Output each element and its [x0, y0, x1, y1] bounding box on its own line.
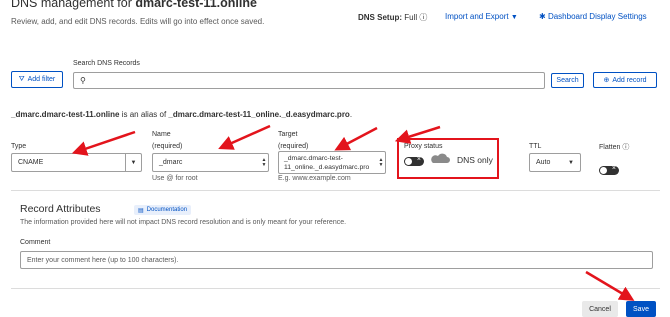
search-input[interactable]: ⚲: [73, 72, 545, 89]
target-hint: E.g. www.example.com: [278, 175, 351, 182]
name-label: Name: [152, 131, 171, 138]
resize-handle-icon[interactable]: ▲ ▼: [260, 157, 268, 168]
book-icon: ▤: [138, 207, 144, 214]
chevron-down-icon: ▼: [125, 154, 141, 171]
ttl-label: TTL: [529, 143, 542, 150]
cancel-button[interactable]: Cancel: [582, 301, 618, 317]
page-title: DNS management for dmarc-test-11.online: [11, 0, 257, 10]
annotation-arrow: [585, 270, 635, 301]
info-icon[interactable]: ⓘ: [419, 13, 427, 22]
alias-middle: is an alias of: [119, 110, 169, 119]
annotation-arrow: [334, 126, 378, 151]
divider: [11, 190, 660, 191]
ttl-value: Auto: [536, 159, 551, 166]
chevron-down-icon: ▼: [568, 159, 574, 166]
dashboard-settings-link[interactable]: ✱ Dashboard Display Settings: [539, 12, 647, 21]
name-input[interactable]: _dmarc ▲ ▼: [152, 153, 269, 172]
proxy-status-label: Proxy status: [404, 143, 443, 150]
name-required: (required): [152, 143, 183, 150]
annotation-arrow: [218, 124, 271, 150]
type-select[interactable]: CNAME ▼: [11, 153, 142, 172]
comment-placeholder: Enter your comment here (up to 100 chara…: [27, 256, 179, 264]
alias-note: _dmarc.dmarc-test-11.online is an alias …: [11, 110, 352, 119]
close-icon: ×: [611, 165, 616, 172]
page-subtitle: Review, add, and edit DNS records. Edits…: [11, 17, 265, 26]
type-value: CNAME: [18, 159, 44, 166]
gear-icon: ✱: [539, 12, 546, 21]
dns-setup: DNS Setup: Full ⓘ: [358, 12, 427, 23]
target-required: (required): [278, 143, 309, 150]
documentation-link[interactable]: ▤ Documentation: [134, 205, 192, 215]
plus-circle-icon: ⊕: [603, 77, 610, 84]
proxy-toggle[interactable]: ×: [404, 156, 424, 166]
target-value: _dmarc.dmarc-test- 11_online._d.easydmar…: [284, 152, 377, 172]
add-filter-button[interactable]: ⛛ Add filter: [11, 71, 63, 88]
flatten-text: Flatten: [599, 144, 621, 151]
filter-icon: ⛛: [18, 75, 25, 83]
cloud-icon: [431, 153, 450, 163]
dns-setup-value: Full: [404, 13, 418, 22]
title-prefix: DNS management for: [11, 0, 136, 10]
add-record-button[interactable]: ⊕ Add record: [593, 72, 657, 88]
caret-down-icon: ▼: [510, 14, 518, 21]
search-icon: ⚲: [80, 76, 86, 85]
annotation-arrow: [71, 130, 136, 156]
dns-setup-label: DNS Setup:: [358, 13, 402, 22]
search-label: Search DNS Records: [73, 60, 140, 67]
target-value-line-1: _dmarc.dmarc-test-: [284, 155, 343, 162]
toggle-knob: [405, 158, 412, 165]
save-button[interactable]: Save: [626, 301, 656, 317]
dashboard-settings-label: Dashboard Display Settings: [547, 12, 647, 21]
target-label: Target: [278, 131, 298, 138]
target-value-line-2: 11_online._d.easydmarc.pro: [284, 164, 370, 171]
title-domain: dmarc-test-11.online: [135, 0, 257, 10]
alias-source: _dmarc.dmarc-test-11.online: [11, 110, 120, 119]
alias-target: _dmarc.dmarc-test-11_online._d.easydmarc…: [168, 110, 350, 119]
attributes-description: The information provided here will not i…: [20, 219, 347, 226]
proxy-status-value: DNS only: [457, 155, 493, 165]
add-record-label: Add record: [612, 76, 647, 84]
close-icon: ×: [416, 156, 421, 163]
search-button[interactable]: Search: [551, 73, 584, 88]
import-export-label: Import and Export: [445, 12, 509, 21]
alias-suffix: .: [349, 110, 353, 119]
resize-handle-icon[interactable]: ▲ ▼: [377, 152, 385, 168]
comment-label: Comment: [20, 239, 51, 246]
name-value: _dmarc: [159, 159, 183, 166]
ttl-select[interactable]: Auto ▼: [529, 153, 581, 172]
add-filter-label: Add filter: [27, 76, 56, 83]
name-hint: Use @ for root: [152, 175, 198, 182]
documentation-label: Documentation: [146, 207, 188, 213]
flatten-label: Flatten ⓘ: [599, 142, 629, 152]
info-icon[interactable]: ⓘ: [622, 144, 629, 151]
divider: [11, 288, 660, 289]
target-input[interactable]: _dmarc.dmarc-test- 11_online._d.easydmar…: [278, 151, 386, 174]
type-label: Type: [11, 143, 27, 150]
import-export-menu[interactable]: Import and Export ▼: [445, 12, 518, 21]
flatten-toggle[interactable]: ×: [599, 165, 619, 175]
record-attributes-heading: Record Attributes: [20, 203, 101, 215]
toggle-knob: [600, 167, 607, 174]
comment-input[interactable]: Enter your comment here (up to 100 chara…: [20, 251, 653, 269]
